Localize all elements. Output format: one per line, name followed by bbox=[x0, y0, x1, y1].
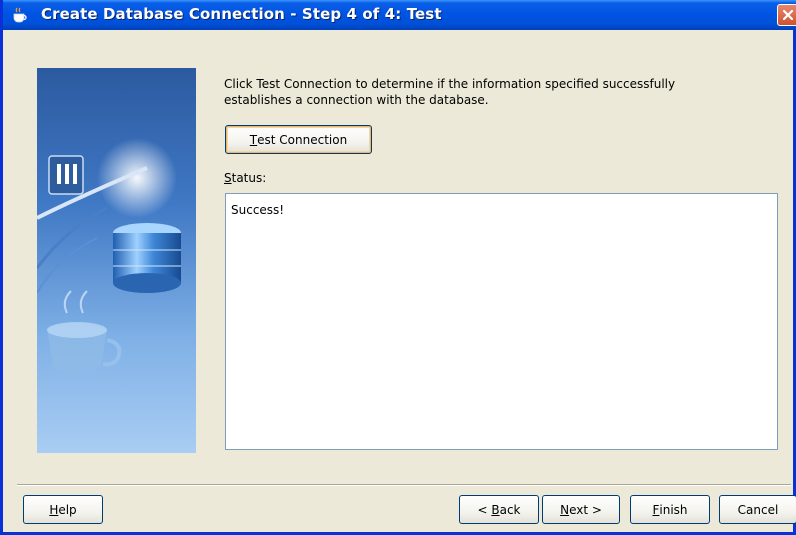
next-label: ext > bbox=[569, 502, 602, 517]
finish-button[interactable]: Finish bbox=[630, 495, 710, 524]
wizard-illustration bbox=[37, 68, 196, 453]
close-button[interactable] bbox=[777, 4, 796, 26]
dialog-window: Create Database Connection - Step 4 of 4… bbox=[0, 0, 796, 535]
close-icon bbox=[782, 9, 794, 21]
back-label: ack bbox=[499, 502, 521, 517]
back-button[interactable]: < Back bbox=[459, 495, 539, 524]
help-button[interactable]: Help bbox=[23, 495, 103, 524]
next-mnemonic: N bbox=[560, 502, 570, 517]
back-prefix: < bbox=[477, 502, 492, 517]
footer-separator bbox=[17, 484, 791, 486]
status-label: Status: bbox=[224, 171, 266, 185]
status-text: Success! bbox=[231, 203, 285, 217]
next-button[interactable]: Next > bbox=[542, 495, 620, 524]
cancel-label: Cancel bbox=[737, 502, 779, 517]
coffee-cup-icon bbox=[11, 7, 29, 23]
instructions-text: Click Test Connection to determine if th… bbox=[224, 77, 676, 107]
cancel-button[interactable]: Cancel bbox=[719, 495, 796, 524]
back-mnemonic: B bbox=[491, 502, 500, 517]
status-label-mnemonic: S bbox=[224, 171, 232, 185]
title-bar[interactable]: Create Database Connection - Step 4 of 4… bbox=[3, 0, 796, 30]
dialog-title: Create Database Connection - Step 4 of 4… bbox=[41, 5, 442, 23]
finish-label: inish bbox=[659, 502, 688, 517]
test-connection-mnemonic: T bbox=[249, 132, 258, 147]
test-connection-button[interactable]: Test Connection bbox=[225, 125, 372, 154]
status-label-text: tatus: bbox=[231, 171, 267, 185]
status-textarea[interactable]: Success! bbox=[225, 193, 778, 450]
help-label: elp bbox=[58, 502, 77, 517]
test-connection-label: est Connection bbox=[257, 132, 348, 147]
help-mnemonic: H bbox=[49, 502, 59, 517]
finish-mnemonic: F bbox=[652, 502, 660, 517]
